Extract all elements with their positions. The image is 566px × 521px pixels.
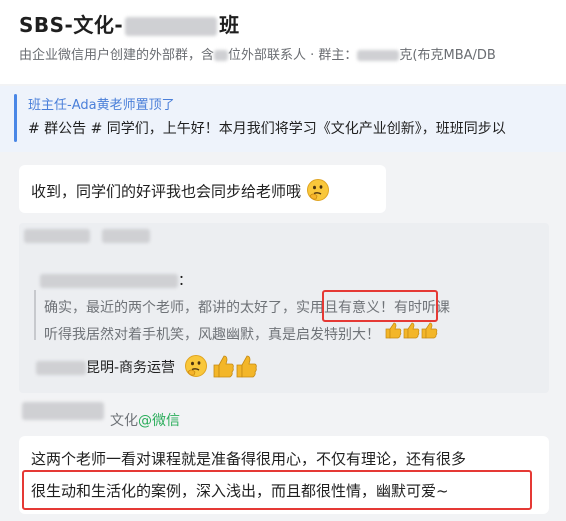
redacted-block — [40, 274, 178, 288]
pinned-notice[interactable]: 班主任-Ada黄老师置顶了 # 群公告 # 同学们，上午好！本月我们将学习《文化… — [0, 86, 566, 152]
thumbs-up-icon — [212, 354, 258, 382]
group-subtitle: 由企业微信用户创建的外部群，含 位外部联系人 · 群主： 克(布克MBA/DB — [19, 44, 496, 63]
thinking-face-icon — [184, 354, 208, 382]
author-name: 昆明-商务运营 — [86, 360, 176, 376]
group-title-suffix: 班 — [219, 13, 240, 37]
message-author-line: 昆明-商务运营 — [36, 354, 258, 382]
chat-header: SBS-文化- 班 由企业微信用户创建的外部群，含 位外部联系人 · 群主： 克(布克… — [0, 0, 566, 84]
quoted-sender: ： — [40, 270, 192, 290]
redacted-block — [357, 50, 400, 61]
message-sender: 文化@微信 — [110, 410, 180, 430]
subtitle-part-c: 克(布克MBA/DB — [399, 48, 496, 63]
group-title-prefix: SBS-文化- — [19, 13, 124, 37]
thumbs-up-icon — [384, 321, 438, 348]
sender-source: @微信 — [138, 413, 180, 429]
avatar[interactable] — [24, 229, 90, 243]
message-text-line: 收到，同学们的好评我也会同步给老师哦 — [31, 178, 330, 206]
avatar[interactable] — [22, 402, 104, 420]
quote-bar — [34, 290, 36, 340]
quote-segment: 确实，最近的两个老师，都讲的太好了， — [44, 300, 296, 316]
quote-line: 听得我居然对着手机笑，风趣幽默，真是启发特别大！ — [44, 321, 450, 348]
redacted-block — [36, 361, 86, 375]
highlight-box — [322, 290, 438, 322]
redacted-block — [102, 229, 150, 243]
notice-pinned-by: 班主任-Ada黄老师置顶了 — [28, 98, 175, 113]
message-text: 收到，同学们的好评我也会同步给老师哦 — [31, 182, 302, 201]
redacted-block — [214, 50, 229, 61]
subtitle-part-b: 位外部联系人 · 群主： — [228, 48, 358, 63]
sender-name: 文化 — [110, 413, 138, 429]
quote-segment: 听得我居然对着手机笑，风趣幽默，真是启发特别大！ — [44, 327, 380, 343]
thinking-face-icon — [306, 178, 330, 206]
message-bubble[interactable]: 收到，同学们的好评我也会同步给老师哦 — [19, 165, 386, 213]
highlight-box — [22, 470, 532, 510]
group-title[interactable]: SBS-文化- 班 — [19, 9, 240, 38]
subtitle-part-a: 由企业微信用户创建的外部群，含 — [19, 48, 215, 63]
message-text-line: 这两个老师一看对课程就是准备得很用心，不仅有理论，还有很多 — [31, 450, 467, 468]
quoted-sender-suffix: ： — [178, 273, 192, 289]
notice-content: # 群公告 # 同学们，上午好！本月我们将学习《文化产业创新》，班班同步以 — [28, 121, 506, 137]
notice-accent-bar — [14, 94, 17, 142]
redacted-block — [125, 17, 218, 36]
